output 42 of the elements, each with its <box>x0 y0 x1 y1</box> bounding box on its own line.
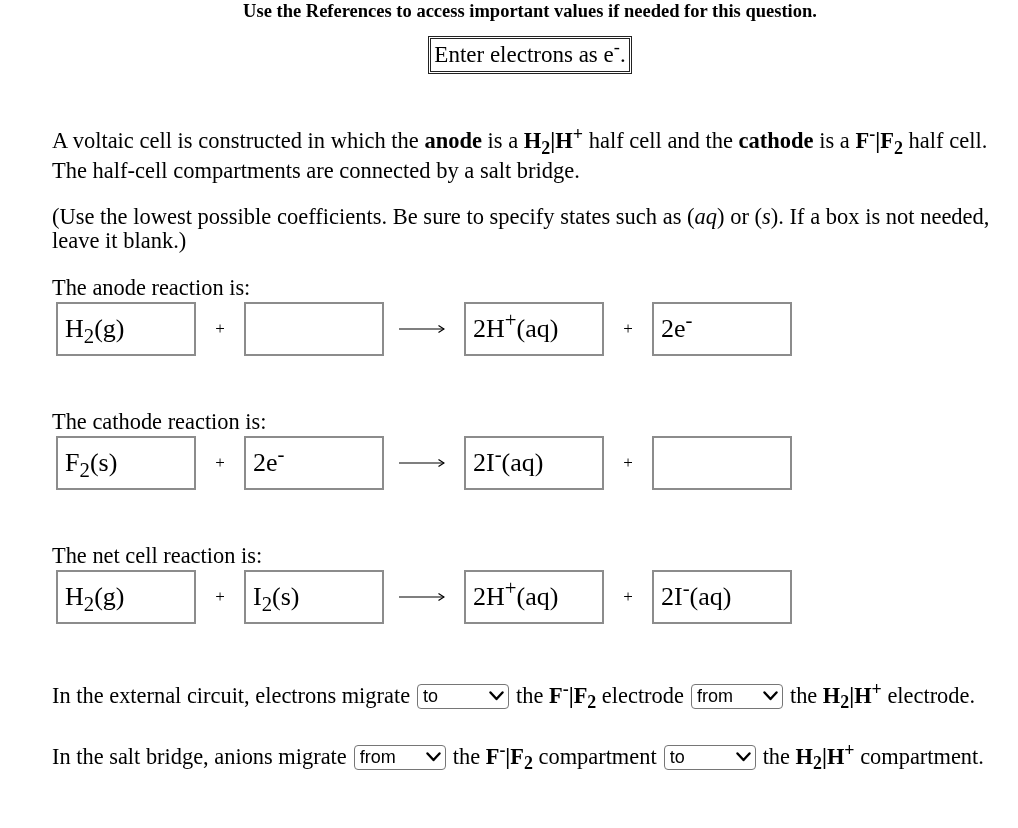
electron-hint-notice: Enter electrons as e$^{-}$. <box>428 36 632 74</box>
plus-sign: + <box>623 320 633 338</box>
plus-sign: + <box>215 320 225 338</box>
dropdown-select[interactable]: to <box>663 744 756 770</box>
answer-box[interactable]: 2e$^{-}$ <box>244 436 384 490</box>
answer-box[interactable]: 2I$^{-}$(aq) <box>464 436 604 490</box>
chevron-down-icon <box>762 691 778 701</box>
arrow-icon <box>399 592 445 602</box>
answer-box[interactable]: F$_{2}$(s) <box>56 436 196 490</box>
answer-box[interactable]: 2H$^{+}$(aq) <box>464 302 604 356</box>
reaction-label: The net cell reaction is: <box>52 543 263 569</box>
answer-box[interactable] <box>244 302 384 356</box>
reaction-label: The cathode reaction is: <box>52 409 267 435</box>
instruction-paragraph: A voltaic cell is constructed in which the anode is a H$_{2}$|H$^{+}$ half cell and the cathode is a F$^{-}$|F$_{2}$ half cell. The half-cell compartments are connected by a salt bridge. <box>52 126 989 185</box>
plus-sign: + <box>215 588 225 606</box>
sentence-text: the H$_{2}$|H$^{+}$ electrode. <box>789 683 976 709</box>
arrow-icon <box>399 324 445 334</box>
answer-box[interactable]: 2e$^{-}$ <box>652 302 792 356</box>
chevron-down-icon <box>489 691 505 701</box>
plus-sign: + <box>215 454 225 472</box>
dropdown-select[interactable]: from <box>690 683 783 709</box>
plus-sign: + <box>623 588 633 606</box>
dropdown-select[interactable]: to <box>417 683 510 709</box>
instruction-paragraph: (Use the lowest possible coefficients. Be sure to specify states such as (aq) or (s). If a box is not needed, leave it blank.) <box>52 205 991 253</box>
dropdown-select[interactable]: from <box>353 744 446 770</box>
sentence-text: In the external circuit, electrons migrate <box>52 683 411 709</box>
plus-sign: + <box>623 454 633 472</box>
sentence-text: the F$^{-}$|F$_{2}$ compartment <box>452 744 657 770</box>
answer-box[interactable] <box>652 436 792 490</box>
sentence-text: In the salt bridge, anions migrate <box>52 744 347 770</box>
answer-box[interactable]: 2H$^{+}$(aq) <box>464 570 604 624</box>
answer-box[interactable]: H$_{2}$(g) <box>56 570 196 624</box>
chevron-down-icon <box>735 752 751 762</box>
arrow-icon <box>399 458 445 468</box>
reaction-label: The anode reaction is: <box>52 275 251 301</box>
answer-box[interactable]: 2I$^{-}$(aq) <box>652 570 792 624</box>
sentence-text: the H$_{2}$|H$^{+}$ compartment. <box>762 744 984 770</box>
references-notice: Use the References to access important values if needed for this question. <box>243 0 817 22</box>
answer-box[interactable]: I$_{2}$(s) <box>244 570 384 624</box>
answer-box[interactable]: H$_{2}$(g) <box>56 302 196 356</box>
chevron-down-icon <box>425 752 441 762</box>
sentence-text: the F$^{-}$|F$_{2}$ electrode <box>516 683 684 709</box>
